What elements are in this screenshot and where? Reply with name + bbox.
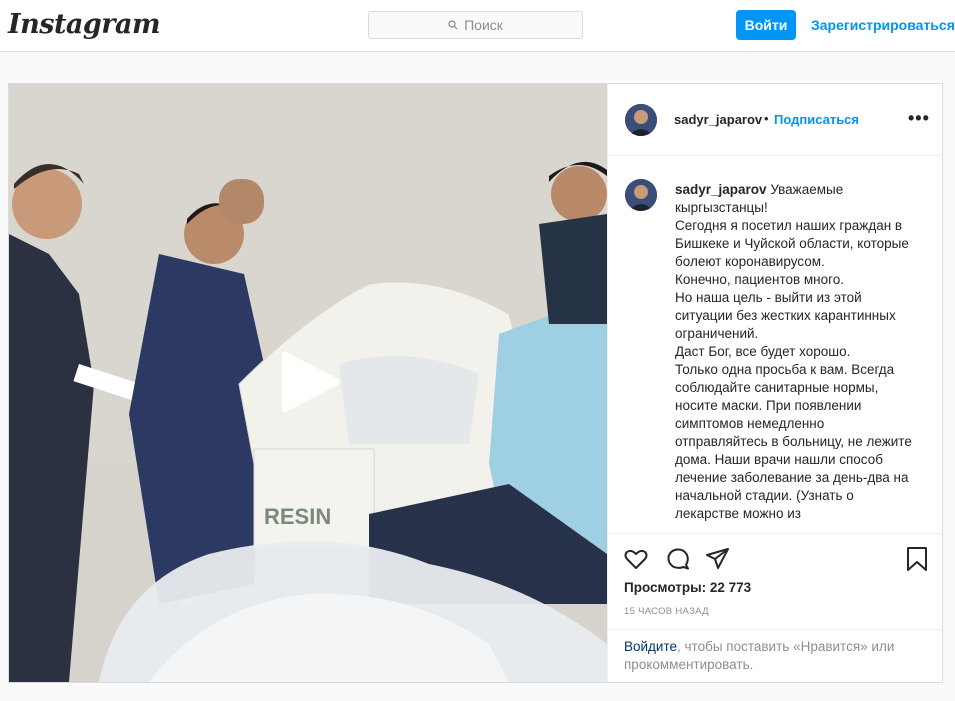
author-avatar[interactable]	[625, 104, 657, 136]
top-nav: Instagram Поиск Войти Зарегистрироваться	[0, 0, 955, 52]
search-icon	[448, 20, 458, 30]
caption-line-2: Сегодня я посетил наших граждан в Бишкек…	[675, 218, 909, 269]
post-header: sadyr_japarov • Подписаться •••	[608, 84, 943, 156]
login-button[interactable]: Войти	[736, 10, 796, 40]
view-count[interactable]: Просмотры: 22 773	[624, 580, 751, 595]
login-link[interactable]: Войдите	[624, 639, 677, 654]
heart-icon[interactable]	[623, 546, 649, 572]
follow-button[interactable]: Подписаться	[774, 112, 859, 127]
caption-line-4: Но наша цель - выйти из этой ситуации бе…	[675, 290, 896, 341]
search-input[interactable]: Поиск	[368, 11, 583, 39]
comment-icon[interactable]	[665, 546, 691, 572]
author-username[interactable]: sadyr_japarov	[674, 112, 762, 127]
avatar-image	[625, 104, 657, 136]
more-options-icon[interactable]: •••	[908, 108, 930, 129]
caption-line-3: Конечно, пациентов много.	[675, 272, 845, 287]
caption-username[interactable]: sadyr_japarov	[675, 182, 767, 197]
caption-line-1: sadyr_japarov Уважаемые кыргызстанцы!	[675, 181, 920, 217]
caption-section: sadyr_japarov Уважаемые кыргызстанцы! Се…	[608, 157, 943, 533]
bag-label: RESIN	[264, 504, 331, 529]
caption-avatar[interactable]	[625, 179, 657, 211]
caption-line-5: Даст Бог, все будет хорошо.	[675, 344, 851, 359]
login-prompt: Войдите, чтобы поставить «Нравится» или …	[608, 629, 943, 683]
caption-text: sadyr_japarov Уважаемые кыргызстанцы! Се…	[675, 181, 920, 523]
signup-link[interactable]: Зарегистрироваться	[811, 17, 955, 33]
play-icon[interactable]	[272, 344, 348, 420]
avatar-image	[625, 179, 657, 211]
caption-line-6: Только одна просьба к вам. Всегда соблюд…	[675, 362, 912, 521]
video-player[interactable]: RESIN	[9, 84, 607, 682]
paper-plane-icon[interactable]	[705, 546, 731, 572]
post-card: RESIN sadyr_japarov • Подписаться ••• sa…	[8, 83, 943, 683]
instagram-logo[interactable]: Instagram	[8, 9, 161, 40]
search-placeholder: Поиск	[464, 17, 503, 33]
post-actions: Просмотры: 22 773 15 ЧАСОВ НАЗАД Войдите…	[608, 533, 943, 682]
post-timestamp[interactable]: 15 ЧАСОВ НАЗАД	[624, 606, 709, 617]
bookmark-icon[interactable]	[904, 546, 930, 572]
separator-dot: •	[764, 111, 769, 126]
post-sidebar: sadyr_japarov • Подписаться ••• sadyr_ja…	[607, 84, 943, 682]
